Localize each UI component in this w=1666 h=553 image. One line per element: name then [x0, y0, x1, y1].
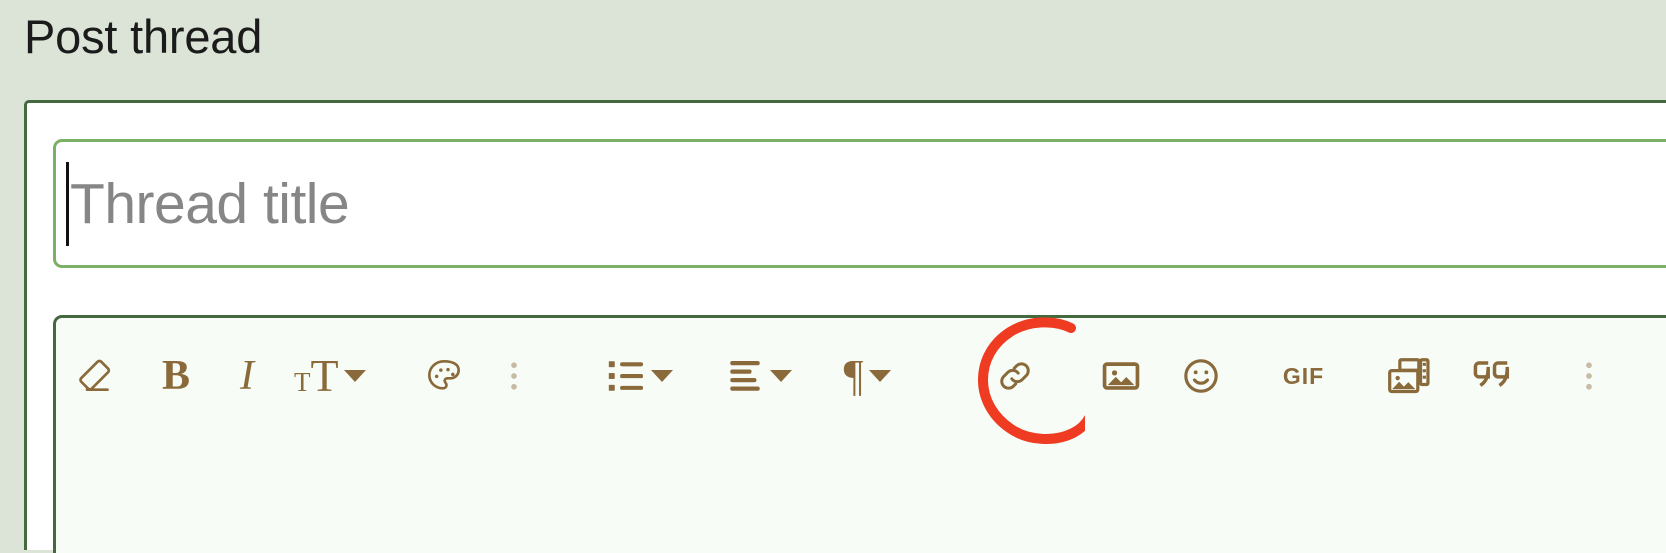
thread-title-input[interactable]: Thread title	[53, 139, 1666, 268]
chevron-down-icon	[650, 370, 673, 382]
palette-icon	[424, 356, 464, 396]
page-header: Post thread	[0, 0, 1666, 100]
remove-format-button[interactable]	[64, 318, 126, 434]
insert-link-button[interactable]	[989, 318, 1041, 434]
eraser-icon	[75, 356, 115, 396]
italic-button[interactable]: I	[226, 318, 268, 434]
more-text-options-button[interactable]	[496, 318, 532, 434]
bold-icon: B	[161, 353, 190, 399]
vertical-dots-icon	[1574, 359, 1604, 393]
quote-icon	[1470, 356, 1512, 396]
chevron-down-icon	[769, 370, 792, 382]
chevron-down-icon	[868, 370, 891, 382]
align-button[interactable]	[725, 318, 792, 434]
chevron-down-icon	[343, 370, 366, 382]
paragraph-format-button[interactable]: ¶	[844, 318, 891, 434]
text-caret	[66, 161, 69, 246]
text-color-button[interactable]	[418, 318, 470, 434]
editor-content-area[interactable]	[56, 434, 1666, 553]
vertical-dots-icon	[499, 359, 529, 393]
thread-title-placeholder: Thread title	[70, 171, 350, 236]
insert-image-button[interactable]	[1093, 318, 1149, 434]
bullet-list-icon	[606, 358, 646, 394]
insert-gif-button[interactable]: GIF	[1279, 318, 1329, 434]
rich-text-editor: B I TT ¶ GIF	[53, 315, 1666, 553]
insert-media-button[interactable]	[1381, 318, 1437, 434]
font-size-button[interactable]: TT	[294, 318, 366, 434]
more-options-button[interactable]	[1571, 318, 1607, 434]
editor-toolbar: B I TT ¶ GIF	[56, 318, 1666, 434]
insert-emoji-button[interactable]	[1175, 318, 1227, 434]
smiley-icon	[1181, 356, 1221, 396]
gif-icon: GIF	[1282, 362, 1325, 389]
bold-button[interactable]: B	[152, 318, 200, 434]
italic-icon: I	[240, 353, 254, 399]
link-icon	[996, 357, 1034, 395]
insert-quote-button[interactable]	[1463, 318, 1519, 434]
post-thread-composer-card: Thread title B I T T ¶ GIF	[24, 100, 1666, 553]
image-icon	[1100, 355, 1142, 397]
font-size-icon: TT	[294, 350, 339, 401]
page-title: Post thread	[24, 10, 263, 63]
pilcrow-icon: ¶	[843, 351, 864, 400]
media-gallery-icon	[1387, 355, 1431, 397]
align-left-icon	[725, 358, 765, 394]
list-button[interactable]	[606, 318, 673, 434]
